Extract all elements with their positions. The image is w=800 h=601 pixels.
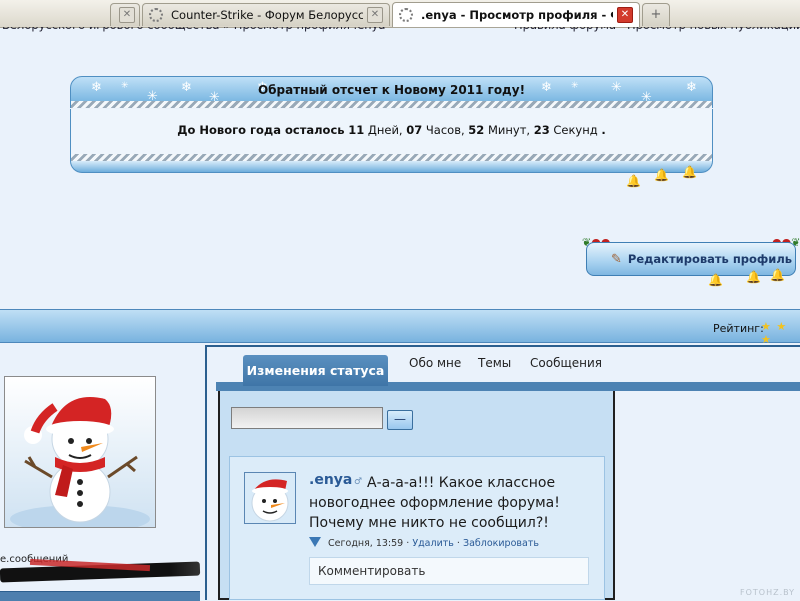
edit-profile-label: Редактировать профиль bbox=[627, 252, 793, 266]
countdown-minutes-label: Минут, bbox=[487, 123, 531, 137]
snowflake-icon: ❄ bbox=[541, 80, 552, 95]
countdown-seconds: 23 bbox=[533, 123, 550, 137]
bell-icon: 🔔 bbox=[708, 273, 723, 287]
bell-icon: 🔔 bbox=[626, 174, 641, 188]
rope-divider bbox=[70, 101, 713, 108]
snowflake-icon: ✳ bbox=[571, 81, 579, 91]
close-tab-icon[interactable]: ✕ bbox=[617, 7, 633, 23]
snowflake-icon: ✳ bbox=[611, 80, 622, 95]
loading-icon bbox=[399, 8, 413, 22]
countdown-minutes: 52 bbox=[468, 123, 485, 137]
profile-header-bar: Рейтинг: ★ ★ ★ bbox=[0, 309, 800, 346]
countdown-end: . bbox=[601, 123, 606, 137]
snowflake-icon: ❄ bbox=[686, 80, 697, 95]
browser-tab-2[interactable]: Counter-Strike - Форум Белорусского ... … bbox=[142, 3, 390, 26]
tab-title: Counter-Strike - Форум Белорусского ... bbox=[171, 8, 363, 22]
post-time: Сегодня, 13:59 bbox=[328, 538, 404, 549]
tab-messages[interactable]: Сообщения bbox=[530, 356, 602, 370]
watermark: FOTOHZ.BY bbox=[740, 588, 796, 597]
post-body: А-а-а-а!!! Какое классное новогоднее офо… bbox=[309, 475, 560, 531]
browser-tab-strip: ✕ Counter-Strike - Форум Белорусского ..… bbox=[0, 0, 800, 28]
bell-icon: 🔔 bbox=[746, 270, 761, 284]
content-top-border bbox=[207, 345, 800, 347]
countdown-hours: 07 bbox=[406, 123, 423, 137]
edit-profile-button[interactable]: ✎ Редактировать профиль bbox=[586, 242, 796, 276]
countdown-hours-label: Часов, bbox=[425, 123, 465, 137]
countdown-title: Обратный отсчет к Новому 2011 году! bbox=[257, 83, 526, 97]
status-input[interactable] bbox=[231, 407, 383, 429]
snowman-thumbnail-image bbox=[245, 473, 295, 523]
countdown-footer bbox=[70, 161, 713, 173]
rating-stars: ★ ★ ★ bbox=[761, 320, 788, 346]
new-tab-button[interactable]: + bbox=[642, 3, 670, 26]
countdown-prefix: До Нового года осталось bbox=[177, 123, 345, 137]
snowflake-icon: ❄ bbox=[181, 80, 192, 95]
countdown-days-label: Дней, bbox=[367, 123, 403, 137]
meta-separator: · bbox=[406, 538, 410, 549]
edit-pencil-icon: ✎ bbox=[611, 251, 622, 267]
tab-topics[interactable]: Темы bbox=[478, 356, 511, 370]
meta-separator: · bbox=[456, 538, 460, 549]
new-year-countdown: ❄ ✳ ✳ ❄ ✳ ❄ ❄ ✳ ✳ ✳ ❄ Обратный отсчет к … bbox=[70, 76, 713, 176]
countdown-seconds-label: Секунд bbox=[553, 123, 598, 137]
status-submit-button[interactable]: — bbox=[387, 410, 413, 430]
bell-icon: 🔔 bbox=[682, 165, 697, 179]
browser-tab-1[interactable]: ✕ bbox=[110, 3, 140, 26]
tab-about-me[interactable]: Обо мне bbox=[409, 356, 461, 370]
expand-arrow-icon[interactable] bbox=[309, 537, 321, 547]
tab-status-updates[interactable]: Изменения статуса bbox=[243, 355, 388, 386]
browser-tab-3[interactable]: .enya - Просмотр профиля - Фор... ✕ bbox=[392, 2, 640, 27]
close-tab-icon[interactable]: ✕ bbox=[119, 7, 135, 23]
snowman-avatar-image bbox=[5, 377, 155, 527]
delete-link[interactable]: Удалить bbox=[412, 538, 454, 549]
countdown-body: До Нового года осталось 11 Дней, 07 Часо… bbox=[70, 109, 713, 154]
bell-icon: 🔔 bbox=[770, 268, 785, 282]
snowflake-icon: ❄ bbox=[91, 80, 102, 95]
loading-icon bbox=[149, 8, 163, 22]
bell-icon: 🔔 bbox=[654, 168, 669, 182]
countdown-days: 11 bbox=[348, 123, 365, 137]
tab-title: .enya - Просмотр профиля - Фор... bbox=[421, 8, 613, 22]
close-tab-icon[interactable]: ✕ bbox=[367, 7, 383, 23]
snowflake-icon: ✳ bbox=[121, 81, 129, 91]
post-author-avatar[interactable] bbox=[244, 472, 296, 524]
countdown-header: ❄ ✳ ✳ ❄ ✳ ❄ ❄ ✳ ✳ ✳ ❄ Обратный отсчет к … bbox=[70, 76, 713, 102]
rating-label: Рейтинг: bbox=[713, 322, 764, 335]
post-text: А-а-а-а!!! Какое классное новогоднее офо… bbox=[309, 473, 595, 533]
rope-divider bbox=[70, 154, 713, 161]
post-meta: Сегодня, 13:59 · Удалить · Заблокировать bbox=[309, 537, 539, 549]
block-link[interactable]: Заблокировать bbox=[463, 538, 539, 549]
avatar bbox=[4, 376, 156, 528]
comment-input[interactable]: Комментировать bbox=[309, 557, 589, 585]
